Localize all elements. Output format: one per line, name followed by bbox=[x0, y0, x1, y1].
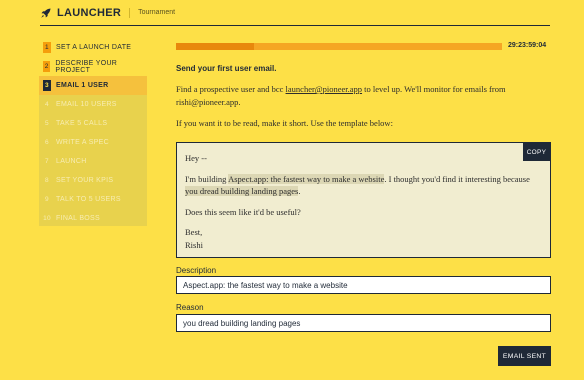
step-item[interactable]: 4 EMAIL 10 USERS bbox=[39, 95, 147, 114]
step-label: DESCRIBE YOUR PROJECT bbox=[55, 59, 118, 74]
step-item[interactable]: 9 TALK TO 5 USERS bbox=[39, 190, 147, 209]
header-divider bbox=[129, 7, 131, 18]
template-signoff: Best, bbox=[185, 227, 203, 237]
step-label: WRITE A SPEC bbox=[56, 139, 109, 146]
bcc-email-link[interactable]: launcher@pioneer.app bbox=[286, 84, 363, 94]
header-subtitle: Tournament bbox=[138, 9, 176, 16]
step-number: 4 bbox=[45, 101, 49, 108]
step-label: EMAIL 10 USERS bbox=[56, 101, 117, 108]
intro-text-start: Find a prospective user and bcc bbox=[176, 84, 286, 94]
reason-input[interactable]: you dread building landing pages bbox=[176, 314, 551, 332]
email-sent-button[interactable]: EMAIL SENT bbox=[498, 346, 551, 366]
step-label: LAUNCH bbox=[56, 158, 87, 165]
pitch-end: . bbox=[298, 186, 301, 196]
step-number: 8 bbox=[45, 177, 49, 184]
step-label: SET A LAUNCH DATE bbox=[56, 44, 132, 51]
main-content: Send your first user email. Find a prosp… bbox=[176, 64, 552, 130]
copy-button[interactable]: COPY bbox=[523, 143, 550, 161]
step-number: 3 bbox=[43, 80, 51, 91]
email-template: COPY Hey -- I'm building Aspect.app: the… bbox=[176, 142, 551, 258]
app-header: LAUNCHER Tournament bbox=[40, 0, 550, 26]
step-item[interactable]: 2 DESCRIBE YOUR PROJECT bbox=[39, 57, 147, 76]
template-reason-highlight: you dread building landing pages bbox=[185, 186, 299, 196]
step-label: TALK TO 5 USERS bbox=[56, 196, 121, 203]
step-label: FINAL BOSS bbox=[56, 215, 100, 222]
step-item[interactable]: 10 FINAL BOSS bbox=[39, 209, 147, 228]
step-number: 6 bbox=[45, 139, 49, 146]
step-label: SET YOUR KPIS bbox=[56, 177, 114, 184]
template-greeting: Hey -- bbox=[185, 153, 207, 163]
step-item[interactable]: 5 TAKE 5 CALLS bbox=[39, 114, 147, 133]
step-item[interactable]: 7 LAUNCH bbox=[39, 152, 147, 171]
pitch-middle: . I thought you'd find it interesting be… bbox=[384, 173, 530, 184]
step-item[interactable]: 3 EMAIL 1 USER bbox=[39, 76, 147, 95]
steps-sidebar: 1 SET A LAUNCH DATE 2 DESCRIBE YOUR PROJECT… bbox=[39, 38, 147, 226]
template-signature: Best, Rishi bbox=[185, 226, 542, 251]
countdown-timer: 29:23:59:04 bbox=[508, 42, 547, 49]
progress-bar bbox=[176, 43, 502, 50]
step-number: 7 bbox=[45, 158, 49, 165]
step-number: 2 bbox=[43, 61, 51, 72]
intro-text: Find a prospective user and bcc launcher… bbox=[176, 83, 552, 109]
rocket-icon bbox=[40, 7, 52, 19]
app-logo[interactable]: LAUNCHER bbox=[57, 7, 121, 19]
step-number: 1 bbox=[43, 42, 51, 53]
template-description-highlight: Aspect.app: the fastest way to make a we… bbox=[228, 173, 385, 184]
step-number: 10 bbox=[43, 215, 51, 222]
description-label: Description bbox=[176, 266, 217, 275]
step-number: 9 bbox=[45, 196, 49, 203]
instruction-text: If you want it to be read, make it short… bbox=[176, 118, 393, 128]
progress-fill bbox=[176, 43, 255, 50]
step-number: 5 bbox=[45, 120, 49, 127]
template-question: Does this seem like it'd be useful? bbox=[185, 206, 301, 217]
step-item[interactable]: 6 WRITE A SPEC bbox=[39, 133, 147, 152]
page-title: Send your first user email. bbox=[176, 64, 277, 73]
step-item[interactable]: 1 SET A LAUNCH DATE bbox=[39, 38, 147, 57]
pitch-start: I'm building bbox=[185, 173, 229, 184]
step-label: EMAIL 1 USER bbox=[56, 82, 109, 89]
description-input[interactable]: Aspect.app: the fastest way to make a we… bbox=[176, 276, 551, 294]
template-name: Rishi bbox=[185, 239, 203, 250]
template-pitch: I'm building Aspect.app: the fastest way… bbox=[185, 173, 542, 198]
reason-label: Reason bbox=[176, 303, 204, 312]
step-item[interactable]: 8 SET YOUR KPIS bbox=[39, 171, 147, 190]
step-label: TAKE 5 CALLS bbox=[56, 120, 108, 127]
